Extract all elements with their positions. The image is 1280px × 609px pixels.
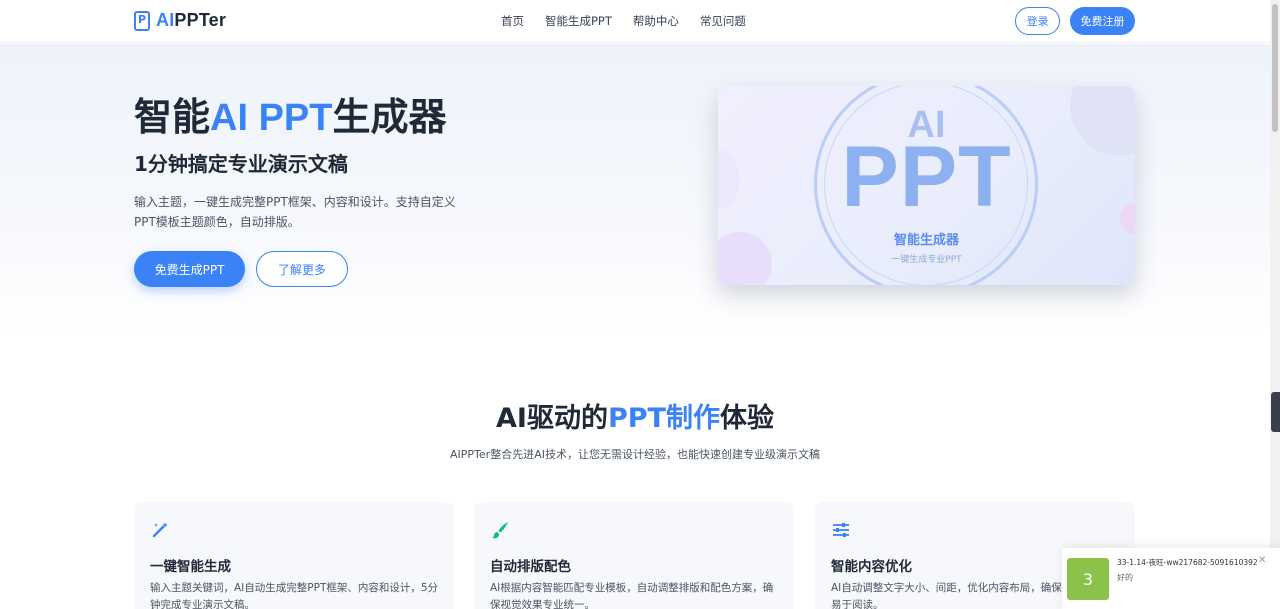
feature-description: AI根据内容智能匹配专业模板，自动调整排版和配色方案，确保视觉效果专业统一。 <box>490 582 774 609</box>
feature-card-auto-layout: 自动排版配色 AI根据内容智能匹配专业模板，自动调整排版和配色方案，确保视觉效果… <box>474 502 794 609</box>
logo[interactable]: AIPPTer <box>134 10 226 31</box>
hero-title: 智能AI PPT生成器 <box>134 86 447 141</box>
nav-link-faq[interactable]: 常见问题 <box>700 13 746 29</box>
hero-illustration-card: AI PPT 智能生成器 一键生成专业PPT <box>718 86 1135 285</box>
nav-link-generate-ppt[interactable]: 智能生成PPT <box>545 13 612 29</box>
features-title: AI驱动的PPT制作体验 <box>0 396 1270 435</box>
features-description: AIPPTer整合先进AI技术，让您无需设计经验，也能快速创建专业级演示文稿 <box>450 448 820 461</box>
nav-link-home[interactable]: 首页 <box>501 13 524 29</box>
card-sublabel: 一键生成专业PPT <box>891 255 962 265</box>
close-icon[interactable]: ✕ <box>1258 555 1266 566</box>
scrollbar-thumb[interactable] <box>1272 4 1278 132</box>
register-button[interactable]: 免费注册 <box>1070 7 1135 35</box>
document-p-icon <box>134 10 150 31</box>
features-title-accent: PPT制作 <box>607 403 720 434</box>
feature-title: 自动排版配色 <box>490 559 571 575</box>
card-ppt-text: PPT <box>841 129 1012 225</box>
hero-description: 输入主题，一键生成完整PPT框架、内容和设计。支持自定义PPT模板主题颜色，自动… <box>134 195 456 229</box>
hero-subtitle: 1分钟搞定专业演示文稿 <box>134 152 348 176</box>
feature-title: 智能内容优化 <box>831 559 912 575</box>
feature-title: 一键智能生成 <box>150 559 231 575</box>
feature-description: 输入主题关键词，AI自动生成完整PPT框架、内容和设计，5分钟完成专业演示文稿。 <box>150 582 439 609</box>
features-title-prefix: AI驱动的 <box>496 403 608 434</box>
chat-notification-popup[interactable]: 3 33-1.14-夜旺-ww217682-5091610392 好的 ✕ <box>1062 548 1280 609</box>
card-label: 智能生成器 <box>893 233 959 248</box>
free-generate-ppt-button[interactable]: 免费生成PPT <box>134 251 245 287</box>
hero-title-accent: AI PPT <box>210 97 333 139</box>
hero-section: 智能AI PPT生成器 1分钟搞定专业演示文稿 输入主题，一键生成完整PPT框架… <box>0 44 1270 334</box>
side-feedback-tab[interactable] <box>1271 392 1280 432</box>
hero-title-prefix: 智能 <box>134 97 211 139</box>
chat-message: 好的 <box>1117 573 1133 582</box>
learn-more-button[interactable]: 了解更多 <box>256 251 348 287</box>
logo-text-accent: AI <box>156 10 175 30</box>
login-button[interactable]: 登录 <box>1015 7 1060 35</box>
chat-unread-badge[interactable]: 3 <box>1067 558 1109 600</box>
chat-sender: 33-1.14-夜旺-ww217682-5091610392 <box>1117 558 1258 567</box>
paint-brush-icon <box>492 522 508 539</box>
magic-wand-icon <box>152 522 168 538</box>
nav-link-help-center[interactable]: 帮助中心 <box>633 13 679 29</box>
feature-card-one-click: 一键智能生成 输入主题关键词，AI自动生成完整PPT框架、内容和设计，5分钟完成… <box>134 502 454 609</box>
sliders-icon <box>833 523 849 537</box>
logo-text: AIPPTer <box>156 10 226 31</box>
hero-title-suffix: 生成器 <box>332 97 447 139</box>
nav-links: 首页 智能生成PPT 帮助中心 常见问题 <box>501 13 746 29</box>
logo-text-rest: PPTer <box>174 10 227 30</box>
top-navbar: AIPPTer 首页 智能生成PPT 帮助中心 常见问题 登录 免费注册 <box>0 0 1270 43</box>
features-title-suffix: 体验 <box>719 403 774 434</box>
